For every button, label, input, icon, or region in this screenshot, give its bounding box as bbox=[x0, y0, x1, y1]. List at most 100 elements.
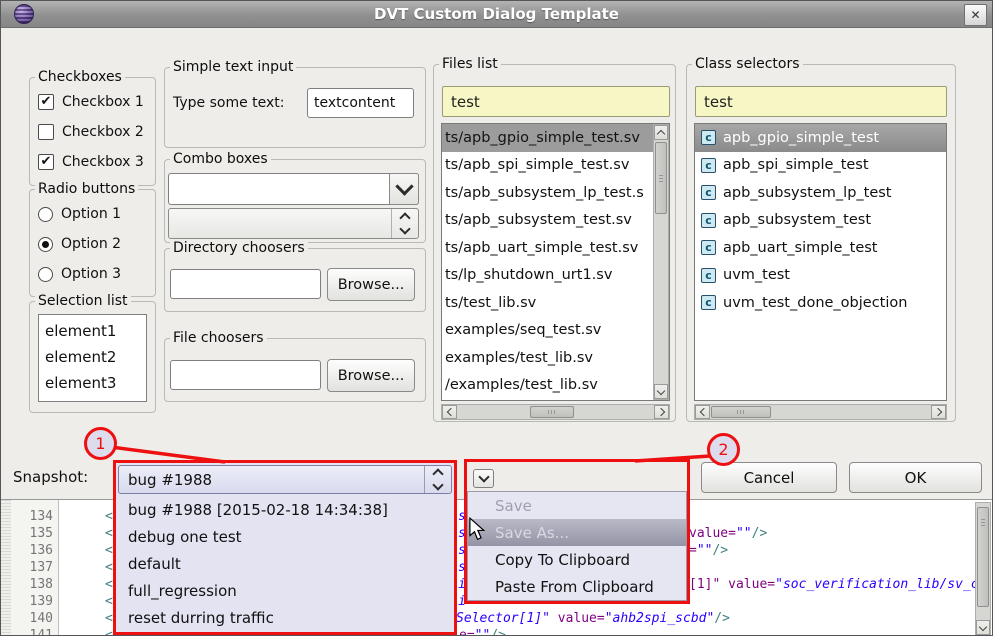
checkbox-1-box[interactable]: ✔ bbox=[38, 94, 54, 110]
scrollbar-thumb[interactable] bbox=[530, 406, 574, 418]
checkbox-3[interactable]: ✔ Checkbox 3 bbox=[30, 147, 155, 177]
snapshot-menu-button[interactable] bbox=[473, 469, 494, 488]
scroll-left-button[interactable] bbox=[442, 405, 457, 419]
scroll-left-button[interactable] bbox=[695, 405, 710, 419]
selection-list[interactable]: element1 element2 element3 bbox=[38, 314, 147, 402]
directory-choosers-title: Directory choosers bbox=[170, 240, 308, 256]
radio-1-circle[interactable] bbox=[38, 207, 53, 222]
combo-box-field[interactable] bbox=[168, 173, 419, 205]
radio-2-circle[interactable] bbox=[38, 237, 53, 252]
radio-1-label: Option 1 bbox=[61, 206, 121, 222]
snapshot-combo[interactable]: bug #1988 bbox=[118, 465, 452, 494]
checkbox-1[interactable]: ✔ Checkbox 1 bbox=[30, 87, 155, 117]
radio-2-label: Option 2 bbox=[61, 236, 121, 252]
combo-spinner[interactable] bbox=[391, 209, 418, 238]
file-row[interactable]: ts/apb_spi_simple_test.sv bbox=[442, 152, 656, 180]
files-list[interactable]: ts/apb_gpio_simple_test.sv ts/apb_spi_si… bbox=[441, 123, 670, 401]
radio-buttons-group: Radio buttons Option 1 Option 2 Option 3 bbox=[29, 189, 156, 297]
class-row[interactable]: cuvm_test bbox=[695, 262, 946, 290]
scrollbar-thumb[interactable] bbox=[977, 507, 989, 607]
files-list-group: Files list ts/apb_gpio_simple_test.sv ts… bbox=[433, 64, 676, 422]
list-item[interactable]: element1 bbox=[39, 318, 146, 344]
menu-item-paste-from-clipboard[interactable]: Paste From Clipboard bbox=[468, 573, 686, 600]
chevron-down-icon bbox=[657, 386, 665, 394]
radio-option-1[interactable]: Option 1 bbox=[30, 199, 155, 229]
menu-item-save-as[interactable]: Save As... bbox=[468, 519, 686, 546]
file-row-selected[interactable]: ts/apb_gpio_simple_test.sv bbox=[442, 124, 656, 152]
text-input-field[interactable] bbox=[307, 88, 414, 118]
class-horizontal-scrollbar[interactable] bbox=[694, 404, 947, 420]
scroll-right-button[interactable] bbox=[931, 405, 946, 419]
combo-boxes-title: Combo boxes bbox=[170, 151, 271, 167]
dropdown-item[interactable]: full_regression bbox=[118, 578, 452, 605]
scrollbar-thumb[interactable] bbox=[655, 142, 667, 214]
checkbox-3-box[interactable]: ✔ bbox=[38, 154, 54, 170]
checkbox-2-box[interactable] bbox=[38, 124, 54, 140]
chevron-down-icon bbox=[478, 471, 489, 482]
file-choosers-title: File choosers bbox=[170, 330, 267, 346]
files-vertical-scrollbar[interactable] bbox=[653, 124, 669, 400]
combo-dropdown-button[interactable] bbox=[389, 173, 419, 205]
menu-item-copy-to-clipboard[interactable]: Copy To Clipboard bbox=[468, 546, 686, 573]
thumb-grip bbox=[737, 410, 746, 414]
files-filter-input[interactable] bbox=[442, 86, 670, 117]
dropdown-item[interactable]: reset durring traffic bbox=[118, 605, 452, 632]
radio-group-title: Radio buttons bbox=[35, 181, 138, 197]
checkbox-2[interactable]: Checkbox 2 bbox=[30, 117, 155, 147]
snapshot-combo-value: bug #1988 bbox=[128, 471, 212, 489]
chevron-right-icon bbox=[933, 408, 941, 416]
class-filter-input[interactable] bbox=[695, 86, 947, 117]
files-list-title: Files list bbox=[439, 56, 501, 72]
class-row[interactable]: capb_subsystem_lp_test bbox=[695, 179, 946, 207]
combo-box-readonly[interactable] bbox=[168, 208, 419, 239]
checkbox-1-label: Checkbox 1 bbox=[62, 94, 144, 110]
class-icon: c bbox=[701, 185, 716, 200]
menu-item-save[interactable]: Save bbox=[468, 492, 686, 519]
file-row[interactable]: ts/apb_subsystem_test.sv bbox=[442, 207, 656, 235]
scroll-right-button[interactable] bbox=[654, 405, 669, 419]
radio-option-3[interactable]: Option 3 bbox=[30, 259, 155, 289]
file-row[interactable]: examples/seq_test.sv bbox=[442, 317, 656, 345]
class-icon: c bbox=[701, 268, 716, 283]
selection-list-title: Selection list bbox=[35, 293, 131, 309]
dropdown-item[interactable]: debug one test bbox=[118, 523, 452, 550]
list-item[interactable]: element3 bbox=[39, 370, 146, 396]
radio-3-circle[interactable] bbox=[38, 267, 53, 282]
combo-box-editable[interactable] bbox=[168, 173, 419, 205]
file-path-field[interactable] bbox=[170, 360, 321, 390]
chevron-down-icon bbox=[432, 479, 443, 490]
file-row[interactable]: ts/lp_shutdown_urt1.sv bbox=[442, 262, 656, 290]
file-row[interactable]: /examples/test_lib.sv bbox=[442, 372, 656, 400]
file-row[interactable]: ts/test_lib.sv bbox=[442, 289, 656, 317]
cancel-button[interactable]: Cancel bbox=[701, 462, 837, 493]
class-row[interactable]: capb_spi_simple_test bbox=[695, 152, 946, 180]
scroll-up-button[interactable] bbox=[654, 125, 668, 140]
files-horizontal-scrollbar[interactable] bbox=[441, 404, 670, 420]
class-row-selected[interactable]: capb_gpio_simple_test bbox=[695, 124, 946, 152]
title-bar[interactable]: DVT Custom Dialog Template ✕ bbox=[1, 1, 992, 28]
file-row[interactable]: ts/apb_uart_simple_test.sv bbox=[442, 234, 656, 262]
scroll-down-button[interactable] bbox=[976, 620, 990, 635]
snapshot-menu[interactable]: Save Save As... Copy To Clipboard Paste … bbox=[467, 491, 687, 601]
snapshot-dropdown-list[interactable]: bug #1988 [2015-02-18 14:34:38] debug on… bbox=[118, 496, 452, 632]
directory-path-field[interactable] bbox=[170, 269, 321, 299]
class-row[interactable]: capb_subsystem_test bbox=[695, 207, 946, 235]
dropdown-item[interactable]: bug #1988 [2015-02-18 14:34:38] bbox=[118, 496, 452, 523]
file-browse-button[interactable]: Browse... bbox=[327, 359, 415, 392]
directory-browse-button[interactable]: Browse... bbox=[327, 268, 415, 301]
snapshot-combo-spinner[interactable] bbox=[424, 466, 451, 493]
ok-button[interactable]: OK bbox=[849, 462, 982, 493]
file-row[interactable]: ts/apb_subsystem_lp_test.s bbox=[442, 179, 656, 207]
dropdown-item[interactable]: default bbox=[118, 550, 452, 577]
class-list[interactable]: capb_gpio_simple_test capb_spi_simple_te… bbox=[694, 123, 947, 401]
list-item[interactable]: element2 bbox=[39, 344, 146, 370]
class-row-label: apb_gpio_simple_test bbox=[723, 130, 879, 146]
radio-option-2[interactable]: Option 2 bbox=[30, 229, 155, 259]
class-row[interactable]: cuvm_test_done_objection bbox=[695, 289, 946, 317]
scroll-down-button[interactable] bbox=[654, 384, 668, 399]
close-icon[interactable]: ✕ bbox=[964, 4, 987, 26]
file-row[interactable]: examples/test_lib.sv bbox=[442, 344, 656, 372]
scrollbar-thumb[interactable] bbox=[711, 406, 771, 418]
class-row[interactable]: capb_uart_simple_test bbox=[695, 234, 946, 262]
editor-scrollbar[interactable] bbox=[975, 502, 991, 636]
